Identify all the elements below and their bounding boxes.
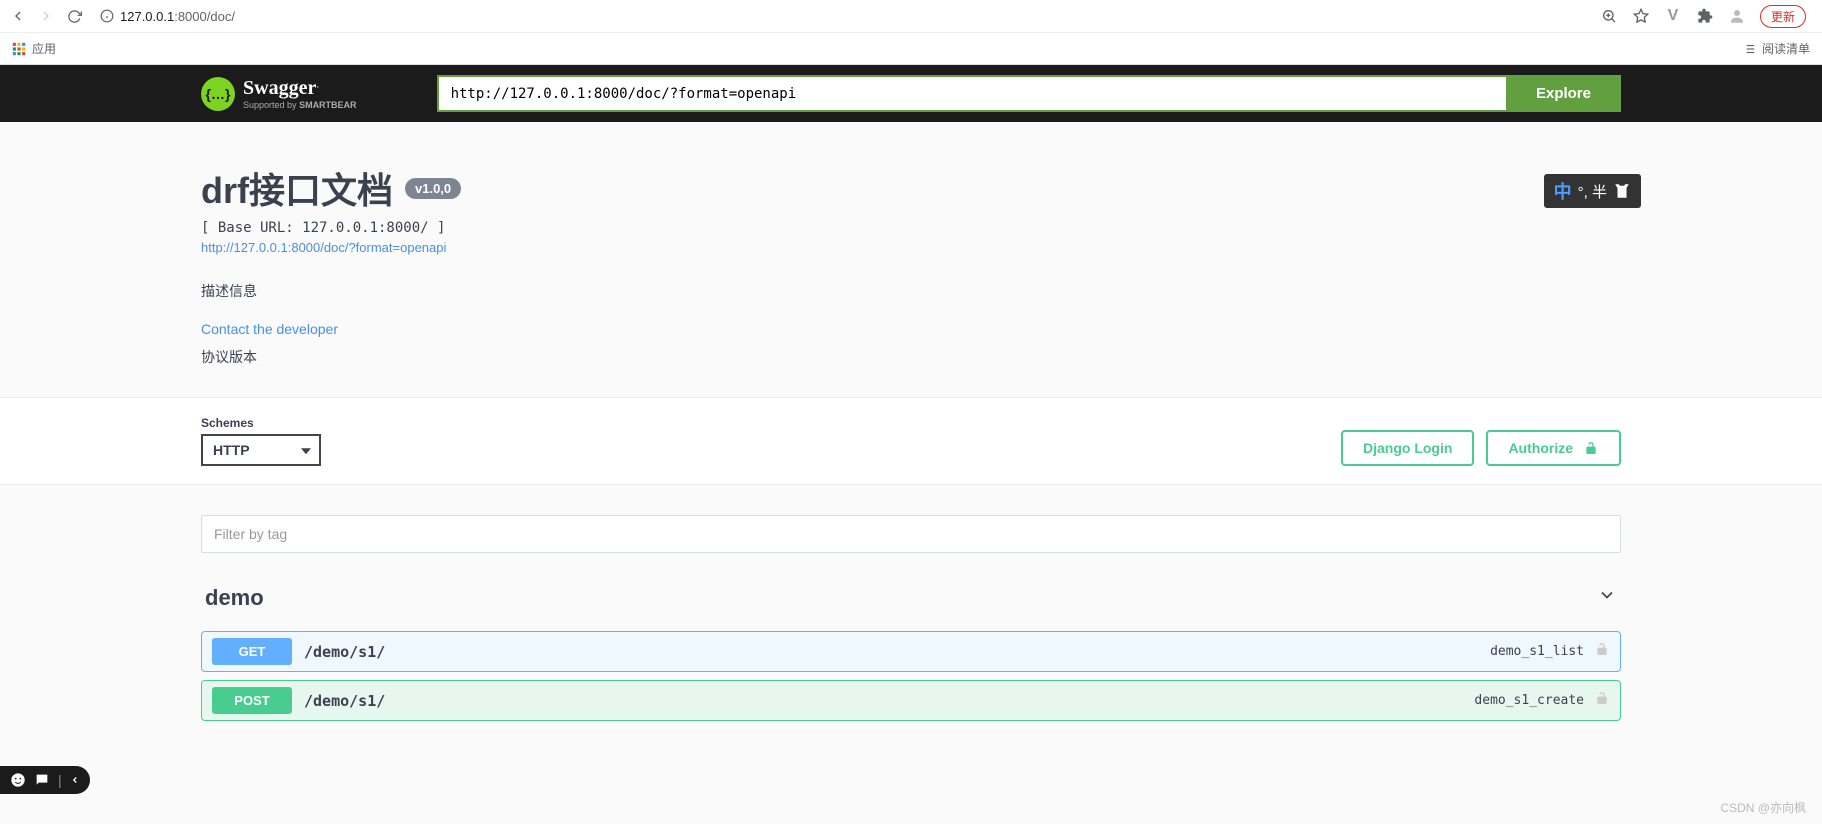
scheme-block: Schemes HTTP [201, 416, 321, 466]
list-icon [1742, 42, 1756, 56]
spec-url-input[interactable] [437, 75, 1506, 112]
profile-icon[interactable] [1728, 7, 1746, 25]
explore-button[interactable]: Explore [1506, 75, 1621, 112]
lock-open-icon [1583, 440, 1599, 456]
url-host: 127.0.0.1 [120, 9, 174, 24]
address-bar[interactable]: 127.0.0.1:8000/doc/ [92, 9, 243, 24]
float-widget[interactable]: | [0, 766, 90, 794]
browser-chrome: 127.0.0.1:8000/doc/ V 更新 [0, 0, 1822, 65]
back-button[interactable] [8, 6, 28, 26]
apps-label: 应用 [32, 40, 56, 57]
api-description: 描述信息 [201, 281, 1621, 301]
update-button[interactable]: 更新 [1760, 5, 1806, 28]
contact-link[interactable]: Contact the developer [201, 321, 338, 337]
schemes-label: Schemes [201, 416, 321, 430]
info-section: drf接口文档 v1.0,0 [ Base URL: 127.0.0.1:800… [181, 122, 1641, 397]
operation-id: demo_s1_list [1490, 644, 1584, 659]
chevron-down-icon [1597, 585, 1617, 611]
reload-button[interactable] [64, 6, 84, 26]
ime-text: °, 半 [1578, 181, 1607, 202]
extensions-icon[interactable] [1696, 7, 1714, 25]
scheme-select[interactable]: HTTP [201, 434, 321, 466]
chevron-left-icon [70, 775, 80, 785]
operation-get-demo-s1[interactable]: GET /demo/s1/ demo_s1_list [201, 631, 1621, 672]
swagger-topbar: {…} Swagger. Supported by SMARTBEAR Expl… [0, 65, 1822, 122]
tos-text: 协议版本 [201, 347, 1621, 367]
scheme-section: Schemes HTTP Django Login Authorize [0, 397, 1822, 485]
filter-input[interactable] [201, 515, 1621, 553]
auth-buttons: Django Login Authorize [1341, 430, 1621, 466]
operation-id: demo_s1_create [1474, 693, 1584, 708]
shirt-icon [1613, 182, 1631, 200]
operation-path: /demo/s1/ [304, 692, 1474, 710]
chrome-actions: V 更新 [1600, 5, 1814, 28]
operation-path: /demo/s1/ [304, 643, 1490, 661]
extension-v-icon[interactable]: V [1664, 7, 1682, 25]
tag-header-demo[interactable]: demo [201, 573, 1621, 623]
emoji-icon [10, 772, 26, 788]
url-path: :8000/doc/ [174, 9, 235, 24]
swagger-logo-icon: {…} [201, 77, 235, 111]
method-badge: GET [212, 638, 292, 665]
swagger-logo[interactable]: {…} Swagger. Supported by SMARTBEAR [201, 77, 357, 111]
method-badge: POST [212, 687, 292, 714]
info-icon [100, 9, 114, 23]
django-login-button[interactable]: Django Login [1341, 430, 1474, 466]
lock-open-icon [1594, 641, 1610, 662]
apps-bookmark[interactable]: 应用 [12, 40, 56, 57]
forward-button[interactable] [36, 6, 56, 26]
spec-link[interactable]: http://127.0.0.1:8000/doc/?format=openap… [201, 240, 446, 255]
reading-list-label: 阅读清单 [1762, 40, 1810, 57]
version-badge: v1.0,0 [405, 178, 461, 199]
browser-toolbar: 127.0.0.1:8000/doc/ V 更新 [0, 0, 1822, 32]
operations-section: demo GET /demo/s1/ demo_s1_list POST /de… [181, 485, 1641, 751]
reading-list-button[interactable]: 阅读清单 [1742, 40, 1810, 57]
spec-url-form: Explore [437, 75, 1621, 112]
lock-open-icon [1594, 690, 1610, 711]
apps-icon [12, 42, 26, 56]
api-title: drf接口文档 [201, 162, 393, 214]
bookmarks-bar: 应用 阅读清单 [0, 32, 1822, 64]
watermark: CSDN @亦向枫 [1720, 799, 1806, 816]
ime-indicator[interactable]: 中 °, 半 [1544, 174, 1641, 208]
logo-text: Swagger [243, 77, 316, 99]
authorize-button[interactable]: Authorize [1486, 430, 1621, 466]
chat-icon [34, 772, 50, 788]
base-url: [ Base URL: 127.0.0.1:8000/ ] [201, 220, 1621, 236]
zoom-icon[interactable] [1600, 7, 1618, 25]
ime-mode-icon: 中 [1554, 178, 1572, 204]
star-icon[interactable] [1632, 7, 1650, 25]
tag-name: demo [205, 585, 264, 611]
operation-post-demo-s1[interactable]: POST /demo/s1/ demo_s1_create [201, 680, 1621, 721]
